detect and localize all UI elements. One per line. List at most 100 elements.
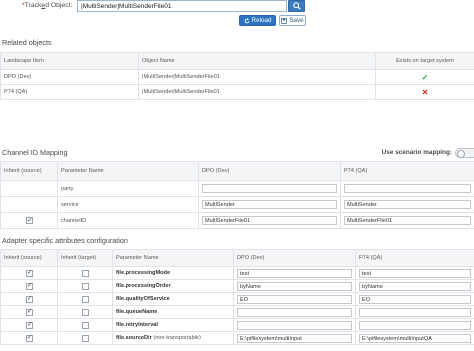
dev-value-input[interactable]: E:\pifilesystem\multiInput xyxy=(237,333,352,343)
table-row: channelID MultiSenderFile01 MultiSenderF… xyxy=(0,212,474,229)
search-icon xyxy=(292,2,301,10)
dev-value-cell: MultiSender xyxy=(198,196,341,213)
qa-value-input[interactable]: EO xyxy=(359,294,471,304)
qa-value-input[interactable] xyxy=(359,320,471,330)
parameter-name-cell: file.retryInterval xyxy=(112,318,234,332)
inherit-source-cell xyxy=(0,279,58,293)
table-row: file.processingMode test test xyxy=(0,266,474,280)
dev-value-cell xyxy=(233,318,356,332)
qa-value-cell: MultiSenderFile01 xyxy=(340,212,474,229)
inherit-target-checkbox[interactable] xyxy=(81,282,89,290)
qa-value-cell: EO xyxy=(355,292,474,306)
save-button[interactable]: Save xyxy=(279,15,306,26)
parameter-name-cell: file.queueName xyxy=(112,305,234,319)
table-row[interactable]: DPO (Dev) |MultiSender|MultiSenderFile01… xyxy=(0,69,474,85)
column-header: Inherit (source) xyxy=(0,161,58,181)
column-header: DPO (Dev) xyxy=(233,249,356,267)
landscape-item-cell: DPO (Dev) xyxy=(0,69,139,85)
inherit-source-checkbox[interactable] xyxy=(25,320,33,329)
inherit-target-cell xyxy=(57,318,113,332)
dev-value-input[interactable]: MultiSenderFile01 xyxy=(202,216,337,225)
qa-value-input[interactable]: test xyxy=(359,268,471,278)
qa-value-input[interactable]: MultiSender xyxy=(344,200,471,209)
inherit-target-checkbox[interactable] xyxy=(81,321,89,329)
cross-icon: ✕ xyxy=(421,87,429,97)
qa-value-input[interactable] xyxy=(344,184,471,193)
inherit-target-checkbox[interactable] xyxy=(81,269,89,277)
inherit-source-checkbox[interactable] xyxy=(25,333,33,342)
qa-value-cell: test xyxy=(355,266,474,280)
non-transportable-note: (non-transportable) xyxy=(153,335,201,341)
parameter-name-cell: channelID xyxy=(57,212,199,229)
inherit-source-checkbox[interactable] xyxy=(25,281,33,290)
inherit-source-checkbox[interactable] xyxy=(25,268,33,277)
qa-value-input[interactable]: MultiSenderFile01 xyxy=(344,216,471,225)
qa-value-cell: byName xyxy=(355,279,474,293)
tracked-object-label: *Tracked Object: xyxy=(22,2,73,9)
parameter-name-cell: file.processingMode xyxy=(112,266,234,280)
parameter-name-cell: party xyxy=(57,180,199,197)
column-header: Object Name xyxy=(138,52,376,70)
object-name-cell: |MultiSender|MultiSenderFile01 xyxy=(138,69,376,85)
dev-value-input[interactable]: byName xyxy=(237,281,352,291)
check-icon: ✓ xyxy=(421,72,429,82)
adapter-attributes-table: Inherit (source) Inherit (target) Parame… xyxy=(0,249,474,345)
qa-value-input[interactable]: E:\pifilesystem\multiInputQA xyxy=(359,333,471,343)
dev-value-input[interactable]: EO xyxy=(237,294,352,304)
dev-value-input[interactable]: MultiSender xyxy=(202,200,337,209)
inherit-cell xyxy=(0,196,58,213)
inherit-target-cell xyxy=(57,292,113,306)
table-row: file.qualityOfService EO EO xyxy=(0,292,474,306)
inherit-cell xyxy=(0,180,58,197)
table-row: file.retryInterval xyxy=(0,318,474,332)
qa-value-input[interactable] xyxy=(359,307,471,317)
column-header: Parameter Name xyxy=(57,161,199,181)
table-row: file.sourceDir (non-transportable) E:\pi… xyxy=(0,331,474,345)
inherit-source-cell xyxy=(0,318,58,332)
dev-value-cell: EO xyxy=(233,292,356,306)
inherit-source-checkbox[interactable] xyxy=(25,294,33,303)
inherit-source-cell xyxy=(0,331,58,345)
tracked-object-input[interactable] xyxy=(77,0,287,12)
channel-id-table: Inherit (source) Parameter Name DPO (Dev… xyxy=(0,161,474,229)
column-header: Inherit (target) xyxy=(57,249,113,267)
search-button[interactable] xyxy=(288,0,305,12)
channel-id-mapping-title: Channel ID Mapping xyxy=(2,148,68,157)
inherit-target-checkbox[interactable] xyxy=(81,334,89,342)
qa-value-cell xyxy=(355,318,474,332)
related-objects-title: Related objects xyxy=(2,38,52,47)
inherit-target-checkbox[interactable] xyxy=(81,308,89,316)
column-header: Inherit (source) xyxy=(0,249,58,267)
dev-value-cell xyxy=(233,305,356,319)
landscape-item-cell: P74 (QA) xyxy=(0,84,139,100)
dev-value-input[interactable]: test xyxy=(237,268,352,278)
dev-value-input[interactable] xyxy=(237,320,352,330)
inherit-target-checkbox[interactable] xyxy=(81,295,89,303)
table-header-row: Inherit (source) Parameter Name DPO (Dev… xyxy=(0,161,474,181)
column-header: P74 (QA) xyxy=(355,249,474,267)
exists-cell: ✓ xyxy=(375,69,474,85)
use-scenario-mapping-toggle[interactable] xyxy=(455,148,474,158)
table-row[interactable]: P74 (QA) |MultiSender|MultiSenderFile01 … xyxy=(0,84,474,100)
inherit-source-checkbox[interactable] xyxy=(25,307,33,316)
inherit-checkbox[interactable] xyxy=(25,216,33,224)
dev-value-cell: E:\pifilesystem\multiInput xyxy=(233,331,356,345)
related-objects-table: Landscape Item Object Name Exists on tar… xyxy=(0,52,474,100)
dev-value-input[interactable] xyxy=(202,184,337,193)
table-row: file.processingOrder byName byName xyxy=(0,279,474,293)
column-header: Parameter Name xyxy=(112,249,234,267)
object-name-cell: |MultiSender|MultiSenderFile01 xyxy=(138,84,376,100)
qa-value-cell xyxy=(355,305,474,319)
qa-value-input[interactable]: byName xyxy=(359,281,471,291)
column-header: Exists on target system xyxy=(375,52,474,70)
parameter-name-text: file.sourceDir xyxy=(116,335,152,341)
table-row: file.queueName xyxy=(0,305,474,319)
inherit-source-cell xyxy=(0,305,58,319)
use-scenario-mapping-label: Use scenario mapping: xyxy=(381,149,452,156)
parameter-name-cell: file.processingOrder xyxy=(112,279,234,293)
dev-value-cell xyxy=(198,180,341,197)
reload-button[interactable]: Reload xyxy=(239,15,276,26)
inherit-target-cell xyxy=(57,279,113,293)
table-header-row: Inherit (source) Inherit (target) Parame… xyxy=(0,249,474,267)
dev-value-input[interactable] xyxy=(237,307,352,317)
